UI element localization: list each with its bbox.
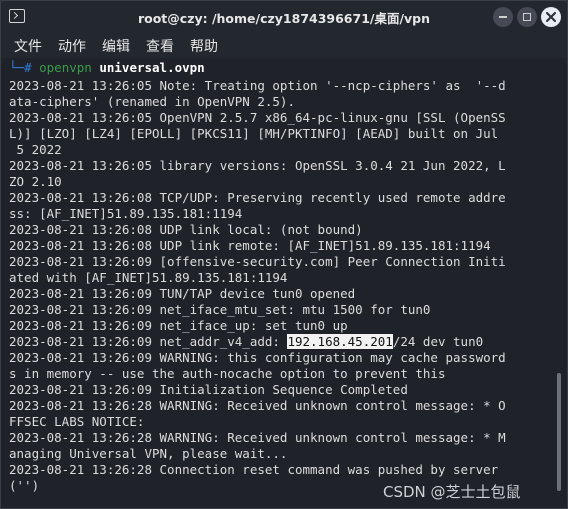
output-line: 2023-08-21 13:26:08 TCP/UDP: Preserving … <box>9 190 506 205</box>
output-line: 5 2022 <box>9 142 62 157</box>
close-icon <box>546 12 556 22</box>
menu-bar: 文件 动作 编辑 查看 帮助 <box>1 32 567 58</box>
window-title: root@czy: /home/czy1874396671/桌面/vpn <box>137 11 431 26</box>
prompt-line: └─# openvpn universal.ovpn <box>9 60 205 76</box>
close-button[interactable] <box>541 7 561 27</box>
title-bar[interactable]: root@czy: /home/czy1874396671/桌面/vpn <box>1 1 567 32</box>
menu-view[interactable]: 查看 <box>146 36 174 56</box>
output-line: ZO 2.10 <box>9 174 62 189</box>
output-line: 2023-08-21 13:26:09 net_iface_mtu_set: m… <box>9 302 431 317</box>
menu-edit[interactable]: 编辑 <box>102 36 130 56</box>
scrollbar-thumb[interactable] <box>557 373 561 491</box>
output-line: ata-ciphers' (renamed in OpenVPN 2.5). <box>9 94 295 109</box>
output-line: 2023-08-21 13:26:05 OpenVPN 2.5.7 x86_64… <box>9 110 506 125</box>
menu-action[interactable]: 动作 <box>58 36 86 56</box>
net-addr-line: 2023-08-21 13:26:09 net_addr_v4_add: 192… <box>9 334 483 350</box>
maximize-button[interactable] <box>517 7 537 27</box>
menu-help[interactable]: 帮助 <box>190 36 218 56</box>
output-line: 2023-08-21 13:26:09 [offensive-security.… <box>9 254 506 269</box>
output-line: 2023-08-21 13:26:08 UDP link local: (not… <box>9 222 363 237</box>
watermark: CSDN @芝士土包鼠 <box>383 483 521 501</box>
output-line: 2023-08-21 13:26:09 net_iface_up: set tu… <box>9 318 348 333</box>
terminal-window: root@czy: /home/czy1874396671/桌面/vpn 文件 … <box>0 0 568 509</box>
output-line: 2023-08-21 13:26:09 Initialization Seque… <box>9 382 408 397</box>
minimize-button[interactable] <box>493 7 513 27</box>
output-line: 2023-08-21 13:26:08 UDP link remote: [AF… <box>9 238 491 253</box>
prompt-corner: └─ <box>9 60 25 75</box>
output-line: 2023-08-21 13:26:09 TUN/TAP device tun0 … <box>9 286 356 301</box>
highlighted-ip-address[interactable]: 192.168.45.201 <box>287 334 393 349</box>
prompt-hash: # <box>24 60 32 75</box>
terminal-output[interactable]: └─# openvpn universal.ovpn 2023-08-21 13… <box>1 58 567 508</box>
output-line: ated with [AF_INET]51.89.135.181:1194 <box>9 270 288 285</box>
output-line: 2023-08-21 13:26:09 WARNING: this config… <box>9 350 506 365</box>
output-line: 2023-08-21 13:26:28 WARNING: Received un… <box>9 430 506 445</box>
output-line: ss: [AF_INET]51.89.135.181:1194 <box>9 206 243 221</box>
output-line: 2023-08-21 13:26:05 Note: Treating optio… <box>9 78 506 93</box>
menu-file[interactable]: 文件 <box>14 36 42 56</box>
output-line: s in memory -- use the auth-nocache opti… <box>9 366 446 381</box>
command-program: openvpn <box>39 60 92 75</box>
output-line: 2023-08-21 13:26:05 library versions: Op… <box>9 158 506 173</box>
output-line: 2023-08-21 13:26:28 Connection reset com… <box>9 462 499 477</box>
net-addr-suffix: /24 dev tun0 <box>392 334 484 349</box>
output-line: FFSEC LABS NOTICE: <box>9 414 145 429</box>
output-line: L)] [LZO] [LZ4] [EPOLL] [PKCS11] [MH/PKT… <box>9 126 499 141</box>
output-line: ('') <box>9 478 40 493</box>
output-line: anaging Universal VPN, please wait... <box>9 446 288 461</box>
net-addr-prefix: 2023-08-21 13:26:09 net_addr_v4_add: <box>9 334 288 349</box>
command-argument: universal.ovpn <box>99 60 205 75</box>
output-line: 2023-08-21 13:26:28 WARNING: Received un… <box>9 398 506 413</box>
